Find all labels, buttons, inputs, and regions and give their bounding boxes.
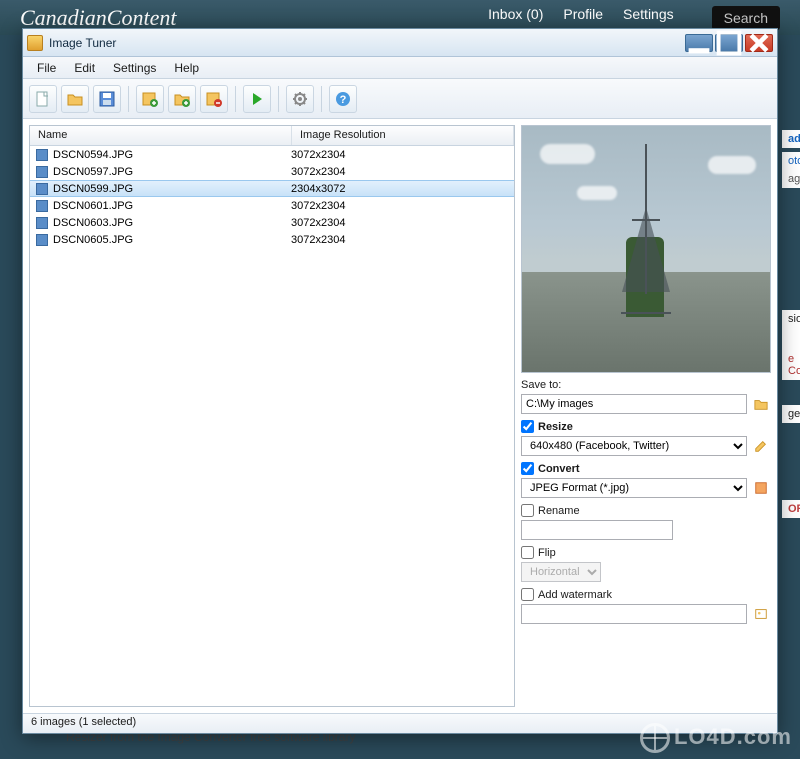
resize-checkbox[interactable] — [521, 420, 534, 433]
watermark-browse-icon[interactable] — [751, 604, 771, 624]
open-folder-icon[interactable] — [61, 85, 89, 113]
bg-text: ad — [782, 130, 800, 148]
menu-file[interactable]: File — [29, 59, 64, 77]
maximize-button[interactable] — [715, 34, 743, 52]
file-name: DSCN0605.JPG — [53, 234, 291, 246]
resize-section: Resize 640x480 (Facebook, Twitter) — [521, 420, 771, 456]
file-resolution: 3072x2304 — [291, 149, 345, 161]
bg-text: e Co — [782, 350, 800, 380]
flip-select[interactable]: Horizontal — [521, 562, 601, 582]
right-panel: Save to: Resize 640x480 (Facebook, Twitt… — [521, 125, 771, 707]
convert-options-icon[interactable] — [751, 478, 771, 498]
help-icon[interactable]: ? — [329, 85, 357, 113]
bg-text: ge — [782, 405, 800, 423]
svg-text:?: ? — [340, 94, 347, 106]
menu-settings[interactable]: Settings — [105, 59, 164, 77]
save-to-label: Save to: — [521, 379, 771, 391]
rename-input[interactable] — [521, 520, 673, 540]
file-icon — [36, 200, 48, 212]
file-resolution: 3072x2304 — [291, 166, 345, 178]
new-file-icon[interactable] — [29, 85, 57, 113]
gear-icon[interactable] — [286, 85, 314, 113]
flip-section: Flip Horizontal — [521, 546, 771, 582]
browse-folder-icon[interactable] — [751, 394, 771, 414]
site-watermark: LO4D.com — [640, 723, 792, 753]
file-name: DSCN0603.JPG — [53, 217, 291, 229]
file-icon — [36, 166, 48, 178]
toolbar: ? — [23, 79, 777, 119]
save-to-section: Save to: — [521, 379, 771, 414]
save-to-input[interactable] — [521, 394, 747, 414]
flip-label: Flip — [538, 547, 556, 559]
table-row[interactable]: DSCN0597.JPG3072x2304 — [30, 163, 514, 180]
nav-settings[interactable]: Settings — [623, 6, 674, 30]
menu-help[interactable]: Help — [166, 59, 207, 77]
convert-section: Convert JPEG Format (*.jpg) — [521, 462, 771, 498]
convert-checkbox[interactable] — [521, 462, 534, 475]
watermark-checkbox[interactable] — [521, 588, 534, 601]
file-list[interactable]: DSCN0594.JPG3072x2304DSCN0597.JPG3072x23… — [30, 146, 514, 706]
rename-checkbox[interactable] — [521, 504, 534, 517]
table-row[interactable]: DSCN0603.JPG3072x2304 — [30, 214, 514, 231]
app-icon — [27, 35, 43, 51]
bg-text: age — [782, 170, 800, 188]
menu-bar: File Edit Settings Help — [23, 57, 777, 79]
file-icon — [36, 149, 48, 161]
file-icon — [36, 183, 48, 195]
minimize-button[interactable] — [685, 34, 713, 52]
file-resolution: 3072x2304 — [291, 234, 345, 246]
save-icon[interactable] — [93, 85, 121, 113]
remove-icon[interactable] — [200, 85, 228, 113]
convert-select[interactable]: JPEG Format (*.jpg) — [521, 478, 747, 498]
file-name: DSCN0594.JPG — [53, 149, 291, 161]
table-row[interactable]: DSCN0599.JPG2304x3072 — [30, 180, 514, 197]
nav-search[interactable]: Search — [712, 6, 780, 30]
table-row[interactable]: DSCN0605.JPG3072x2304 — [30, 231, 514, 248]
convert-label: Convert — [538, 463, 580, 475]
bg-text: oto — [782, 152, 800, 170]
file-list-panel: Name Image Resolution DSCN0594.JPG3072x2… — [29, 125, 515, 707]
watermark-input[interactable] — [521, 604, 747, 624]
file-icon — [36, 217, 48, 229]
rename-label: Rename — [538, 505, 580, 517]
watermark-label: Add watermark — [538, 589, 612, 601]
watermark-section: Add watermark — [521, 588, 771, 624]
file-name: DSCN0599.JPG — [53, 183, 291, 195]
col-resolution[interactable]: Image Resolution — [292, 126, 514, 145]
column-headers: Name Image Resolution — [30, 126, 514, 146]
file-resolution: 2304x3072 — [291, 183, 345, 195]
site-nav: Inbox (0) Profile Settings Search — [488, 6, 780, 30]
file-resolution: 3072x2304 — [291, 217, 345, 229]
window-title: Image Tuner — [49, 36, 116, 50]
rename-section: Rename — [521, 504, 771, 540]
app-window: Image Tuner File Edit Settings Help ? Na… — [22, 28, 778, 734]
resize-select[interactable]: 640x480 (Facebook, Twitter) — [521, 436, 747, 456]
edit-resize-icon[interactable] — [751, 436, 771, 456]
file-icon — [36, 234, 48, 246]
preview-image — [521, 125, 771, 373]
file-resolution: 3072x2304 — [291, 200, 345, 212]
add-file-icon[interactable] — [136, 85, 164, 113]
nav-profile[interactable]: Profile — [563, 6, 603, 30]
titlebar[interactable]: Image Tuner — [23, 29, 777, 57]
run-icon[interactable] — [243, 85, 271, 113]
nav-inbox[interactable]: Inbox (0) — [488, 6, 543, 30]
table-row[interactable]: DSCN0594.JPG3072x2304 — [30, 146, 514, 163]
bg-text: OR — [782, 500, 800, 518]
menu-edit[interactable]: Edit — [66, 59, 103, 77]
bg-text: sio — [782, 310, 800, 350]
resize-label: Resize — [538, 421, 573, 433]
close-button[interactable] — [745, 34, 773, 52]
table-row[interactable]: DSCN0601.JPG3072x2304 — [30, 197, 514, 214]
file-name: DSCN0597.JPG — [53, 166, 291, 178]
flip-checkbox[interactable] — [521, 546, 534, 559]
site-logo: CanadianContent — [20, 5, 176, 31]
add-folder-icon[interactable] — [168, 85, 196, 113]
col-name[interactable]: Name — [30, 126, 292, 145]
file-name: DSCN0601.JPG — [53, 200, 291, 212]
